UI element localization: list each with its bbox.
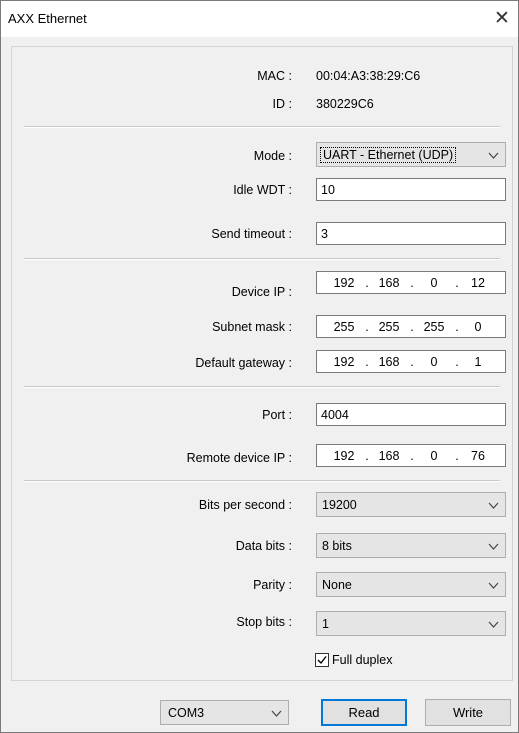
com-port-value: COM3 — [168, 706, 205, 720]
ip-octet[interactable]: 0 — [461, 320, 495, 334]
ip-dot: . — [365, 320, 369, 334]
read-button[interactable]: Read — [321, 699, 407, 726]
stop-bits-value: 1 — [322, 617, 329, 631]
bits-per-second-select[interactable]: 19200 — [316, 492, 506, 517]
ip-dot: . — [410, 276, 414, 290]
port-input[interactable]: 4004 — [316, 403, 506, 426]
ip-dot: . — [365, 276, 369, 290]
bits-per-second-value: 19200 — [322, 498, 357, 512]
ip-dot: . — [410, 320, 414, 334]
ip-octet[interactable]: 192 — [327, 276, 361, 290]
ip-octet[interactable]: 255 — [417, 320, 451, 334]
port-value: 4004 — [321, 408, 349, 422]
full-duplex-label[interactable]: Full duplex — [332, 653, 392, 667]
subnet-mask-label: Subnet mask : — [212, 320, 292, 334]
default-gateway-label: Default gateway : — [195, 356, 292, 370]
dialog-window: AXX Ethernet ✕ MAC : 00:04:A3:38:29:C6 I… — [0, 0, 519, 733]
ip-dot: . — [365, 355, 369, 369]
stop-bits-label: Stop bits : — [236, 615, 292, 629]
chevron-down-icon — [488, 582, 499, 589]
send-timeout-value: 3 — [321, 227, 328, 241]
separator — [24, 480, 500, 482]
idle-wdt-value: 10 — [321, 183, 335, 197]
ip-octet[interactable]: 255 — [372, 320, 406, 334]
idle-wdt-input[interactable]: 10 — [316, 178, 506, 201]
mode-label: Mode : — [253, 149, 292, 163]
id-value: 380229C6 — [316, 97, 374, 111]
ip-octet[interactable]: 255 — [327, 320, 361, 334]
stop-bits-select[interactable]: 1 — [316, 611, 506, 636]
idle-wdt-label: Idle WDT : — [233, 183, 292, 197]
chevron-down-icon — [488, 502, 499, 509]
ip-octet[interactable]: 0 — [417, 449, 451, 463]
mode-value: UART - Ethernet (UDP) — [320, 147, 457, 163]
ip-octet[interactable]: 192 — [327, 355, 361, 369]
parity-label: Parity : — [253, 578, 292, 592]
remote-device-ip-label: Remote device IP : — [186, 451, 292, 465]
ip-dot: . — [410, 355, 414, 369]
separator — [24, 386, 500, 388]
settings-panel: MAC : 00:04:A3:38:29:C6 ID : 380229C6 Mo… — [11, 46, 513, 681]
data-bits-select[interactable]: 8 bits — [316, 533, 506, 558]
ip-dot: . — [410, 449, 414, 463]
close-icon[interactable]: ✕ — [490, 7, 514, 31]
bits-per-second-label: Bits per second : — [198, 498, 292, 512]
ip-dot: . — [365, 449, 369, 463]
ip-dot: . — [455, 276, 459, 290]
ip-octet[interactable]: 12 — [461, 276, 495, 290]
ip-octet[interactable]: 168 — [372, 449, 406, 463]
mode-select[interactable]: UART - Ethernet (UDP) — [316, 142, 506, 167]
window-title: AXX Ethernet — [8, 11, 87, 26]
chevron-down-icon — [271, 710, 282, 717]
chevron-down-icon — [488, 543, 499, 550]
ip-octet[interactable]: 1 — [461, 355, 495, 369]
ip-octet[interactable]: 192 — [327, 449, 361, 463]
device-ip-label: Device IP : — [231, 285, 292, 299]
id-label: ID : — [272, 97, 292, 111]
data-bits-label: Data bits : — [235, 539, 292, 553]
title-bar[interactable]: AXX Ethernet ✕ — [1, 1, 518, 37]
data-bits-value: 8 bits — [322, 539, 352, 553]
remote-device-ip-input[interactable]: 192 . 168 . 0 . 76 — [316, 444, 506, 467]
device-ip-input[interactable]: 192 . 168 . 0 . 12 — [316, 271, 506, 294]
ip-octet[interactable]: 0 — [417, 355, 451, 369]
full-duplex-checkbox[interactable] — [315, 653, 329, 667]
ip-dot: . — [455, 320, 459, 334]
separator — [24, 258, 500, 260]
send-timeout-label: Send timeout : — [211, 227, 292, 241]
ip-dot: . — [455, 355, 459, 369]
ip-octet[interactable]: 76 — [461, 449, 495, 463]
subnet-mask-input[interactable]: 255 . 255 . 255 . 0 — [316, 315, 506, 338]
port-label: Port : — [262, 408, 292, 422]
checkmark-icon — [317, 656, 327, 665]
ip-octet[interactable]: 168 — [372, 355, 406, 369]
chevron-down-icon — [488, 152, 499, 159]
separator — [24, 126, 500, 128]
ip-dot: . — [455, 449, 459, 463]
mac-label: MAC : — [257, 69, 292, 83]
com-port-select[interactable]: COM3 — [160, 700, 289, 725]
chevron-down-icon — [488, 621, 499, 628]
ip-octet[interactable]: 168 — [372, 276, 406, 290]
parity-value: None — [322, 578, 352, 592]
mac-value: 00:04:A3:38:29:C6 — [316, 69, 421, 83]
ip-octet[interactable]: 0 — [417, 276, 451, 290]
write-button[interactable]: Write — [425, 699, 511, 726]
default-gateway-input[interactable]: 192 . 168 . 0 . 1 — [316, 350, 506, 373]
send-timeout-input[interactable]: 3 — [316, 222, 506, 245]
parity-select[interactable]: None — [316, 572, 506, 597]
